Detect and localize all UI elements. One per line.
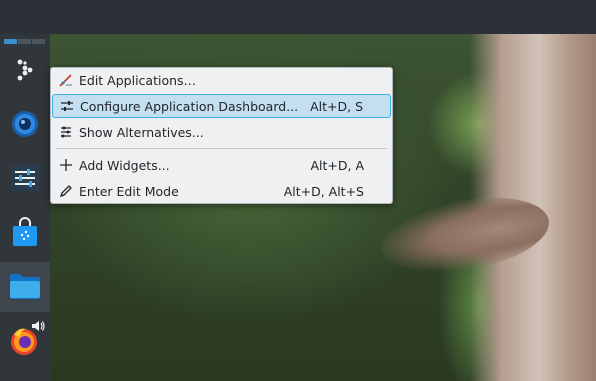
- menu-item-label: Edit Applications…: [79, 72, 197, 88]
- menu-item-show-alternatives[interactable]: Show Alternatives...: [52, 120, 391, 144]
- menu-item-enter-edit-mode[interactable]: Enter Edit Mode Alt+D, Alt+S: [52, 179, 391, 203]
- menu-item-add-widgets[interactable]: Add Widgets... Alt+D, A: [52, 153, 391, 177]
- plus-icon: [58, 157, 74, 173]
- firefox-launcher[interactable]: [0, 316, 50, 366]
- globe-icon: [10, 109, 40, 142]
- menu-item-label: Add Widgets...: [79, 157, 170, 173]
- menu-item-label: Show Alternatives...: [79, 124, 204, 140]
- menu-item-edit-applications[interactable]: Edit Applications…: [52, 68, 391, 92]
- menu-item-shortcut: Alt+D, Alt+S: [283, 183, 364, 199]
- desktop-1[interactable]: [4, 39, 17, 44]
- top-bar: [0, 0, 596, 34]
- left-panel: [0, 34, 50, 381]
- virtual-desktop-pager[interactable]: [4, 39, 45, 44]
- menu-item-configure-application-dashboard[interactable]: Configure Application Dashboard... Alt+D…: [52, 94, 391, 118]
- pencil-icon: [58, 183, 74, 199]
- settings-sliders-icon: [10, 163, 40, 196]
- menu-separator: [56, 148, 387, 149]
- system-settings-launcher[interactable]: [0, 154, 50, 204]
- dashboard-context-menu: Edit Applications… Configure Application…: [50, 67, 393, 204]
- dashboard-dots-icon: [12, 57, 38, 86]
- menu-item-label: Configure Application Dashboard...: [80, 98, 299, 114]
- menu-item-label: Enter Edit Mode: [79, 183, 179, 199]
- speaker-icon: [31, 319, 45, 336]
- browser-launcher[interactable]: [0, 100, 50, 150]
- application-dashboard-launcher[interactable]: [0, 46, 50, 96]
- alternatives-icon: [58, 124, 74, 140]
- folder-icon: [9, 272, 41, 303]
- store-bag-icon: [11, 216, 39, 250]
- menu-item-shortcut: Alt+D, A: [310, 157, 364, 173]
- configure-sliders-icon: [59, 98, 75, 114]
- file-manager-launcher[interactable]: [0, 262, 50, 312]
- menu-item-shortcut: Alt+D, S: [310, 98, 363, 114]
- desktop-2[interactable]: [18, 39, 31, 44]
- edit-applications-icon: [58, 72, 74, 88]
- discover-store-launcher[interactable]: [0, 208, 50, 258]
- desktop-3[interactable]: [32, 39, 45, 44]
